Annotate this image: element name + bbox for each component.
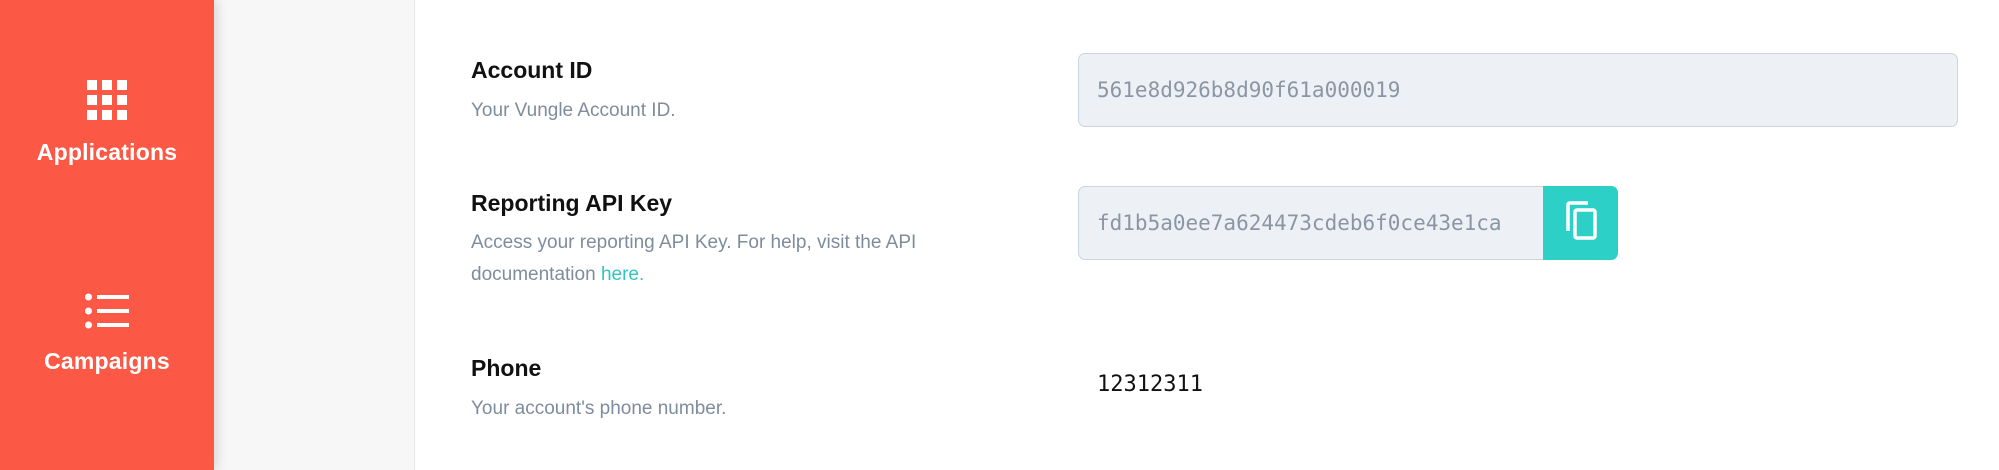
sidebar-item-label: Applications bbox=[36, 139, 178, 165]
copy-icon bbox=[1564, 200, 1598, 246]
phone-description: Your account's phone number. bbox=[471, 398, 727, 419]
account-id-field[interactable]: 561e8d926b8d90f61a000019 bbox=[1078, 53, 1958, 127]
page-gutter bbox=[214, 0, 414, 470]
api-key-description: Access your reporting API Key. For help,… bbox=[471, 227, 1031, 291]
sidebar-item-applications[interactable]: Applications bbox=[0, 80, 214, 166]
sidebar-item-label: Campaigns bbox=[44, 348, 170, 374]
account-id-value: 561e8d926b8d90f61a000019 bbox=[1097, 78, 1401, 102]
sidebar-item-campaigns[interactable]: Campaigns bbox=[0, 293, 214, 375]
api-key-title: Reporting API Key bbox=[471, 190, 673, 216]
api-key-value: fd1b5a0ee7a624473cdeb6f0ce43e1ca bbox=[1097, 211, 1502, 235]
phone-value: 12312311 bbox=[1097, 372, 1203, 397]
api-documentation-link[interactable]: here. bbox=[601, 264, 644, 285]
list-icon bbox=[85, 293, 129, 334]
account-id-title: Account ID bbox=[471, 57, 593, 83]
api-key-field[interactable]: fd1b5a0ee7a624473cdeb6f0ce43e1ca bbox=[1078, 186, 1618, 260]
phone-title: Phone bbox=[471, 355, 542, 381]
copy-api-key-button[interactable] bbox=[1543, 186, 1618, 260]
grid-icon bbox=[87, 80, 127, 125]
sidebar: Applications Campaigns bbox=[0, 0, 214, 470]
account-id-description: Your Vungle Account ID. bbox=[471, 100, 676, 121]
account-settings-panel: Account ID Your Vungle Account ID. 561e8… bbox=[414, 0, 1999, 470]
api-key-description-text: Access your reporting API Key. For help,… bbox=[471, 232, 917, 285]
